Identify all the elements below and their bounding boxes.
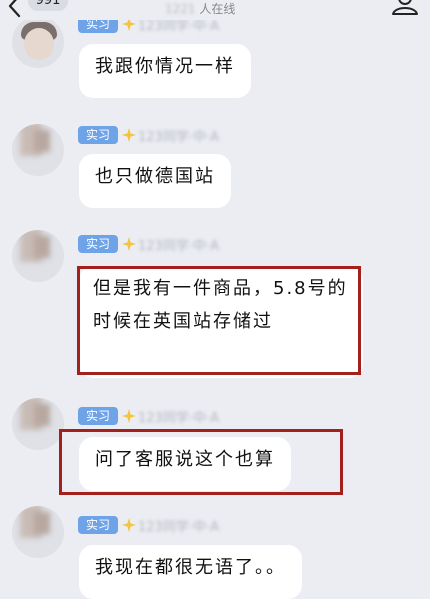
unread-count-badge[interactable]: 991 bbox=[28, 0, 68, 11]
chevron-left-icon[interactable] bbox=[6, 0, 24, 18]
online-label: 人在线 bbox=[199, 2, 236, 16]
chat-header: 991 1221 人在线 bbox=[0, 0, 430, 20]
message-item: 实习 123同学·中·A 我现在都很无语了。。 bbox=[0, 0, 430, 599]
online-count: 1221 bbox=[165, 2, 196, 16]
role-badge: 实习 bbox=[78, 516, 119, 534]
online-status: 1221 人在线 bbox=[165, 0, 235, 18]
message-meta: 实习 123同学·中·A bbox=[78, 515, 219, 535]
group-members-icon[interactable] bbox=[390, 0, 420, 16]
avatar[interactable] bbox=[12, 506, 64, 558]
message-bubble[interactable]: 我现在都很无语了。。 bbox=[79, 545, 302, 599]
sender-name[interactable]: 123同学·中·A bbox=[138, 516, 219, 535]
sparkle-icon bbox=[122, 518, 137, 532]
